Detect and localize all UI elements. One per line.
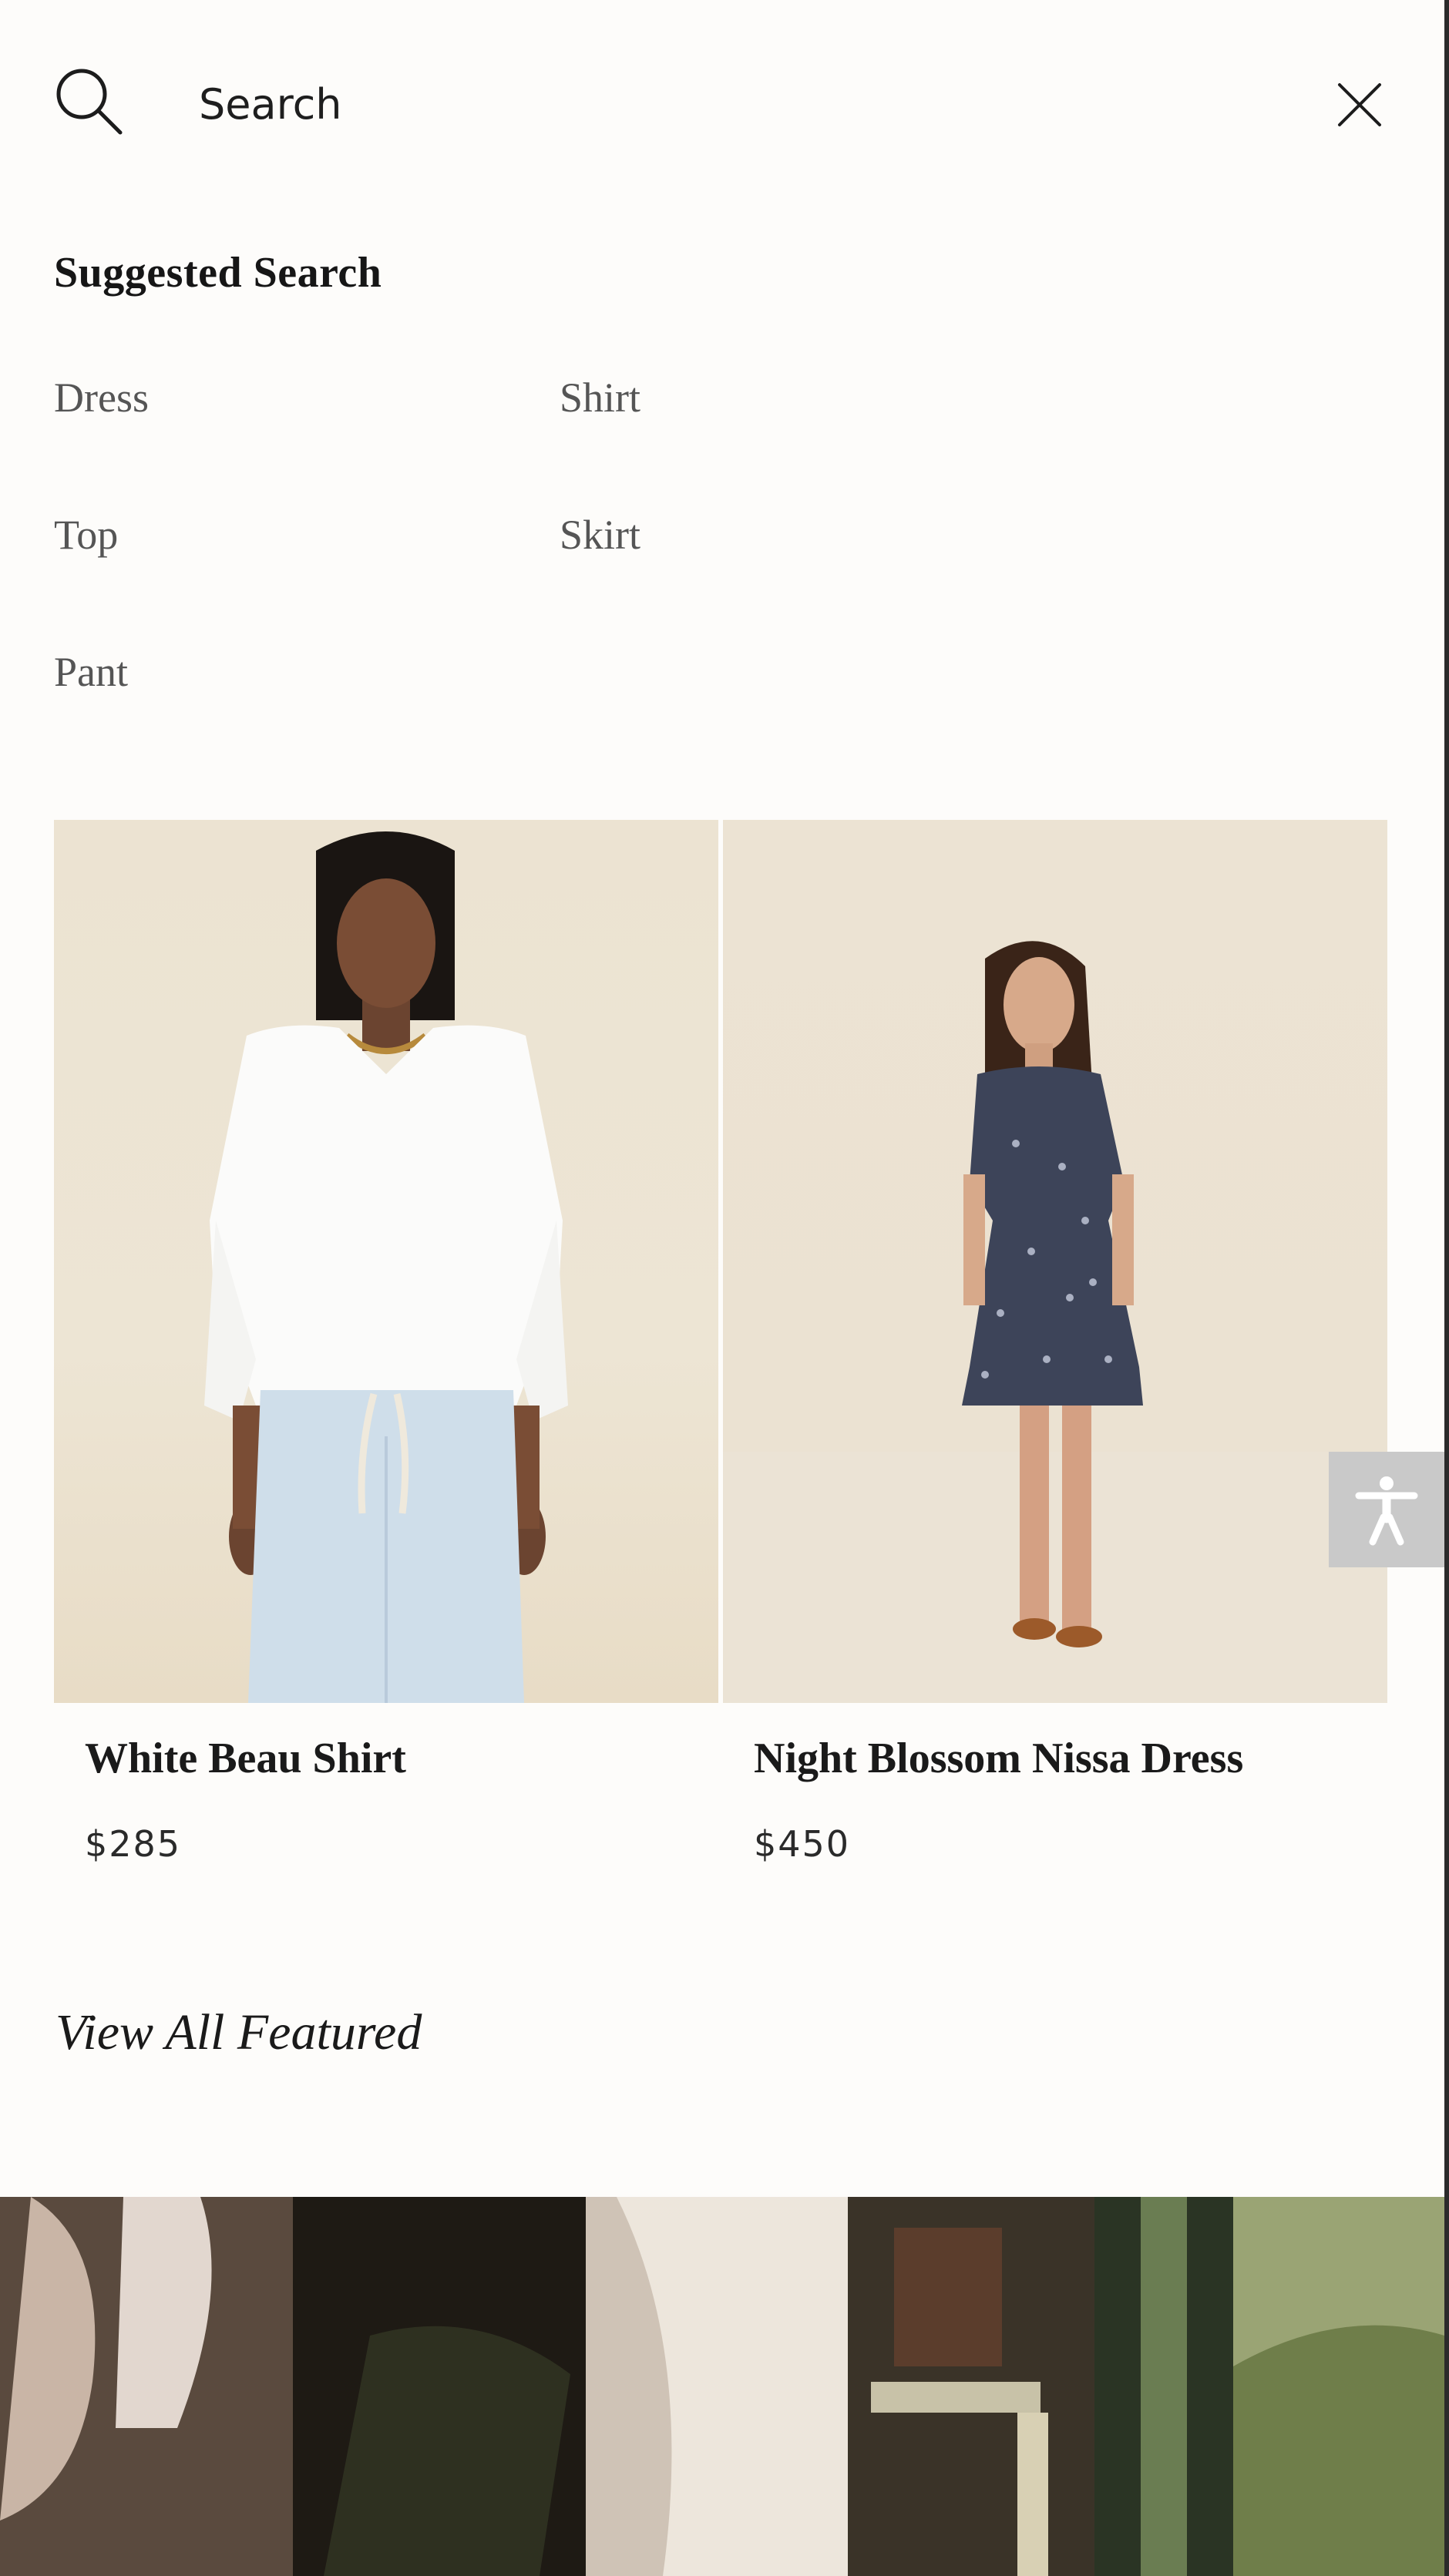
page-edge	[1444, 0, 1449, 2576]
suggestion-dress[interactable]: Dress	[54, 362, 560, 499]
product-name[interactable]: White Beau Shirt	[85, 1734, 718, 1783]
search-icon[interactable]	[52, 65, 126, 139]
search-input[interactable]	[199, 69, 1201, 139]
product-price: $285	[85, 1823, 182, 1865]
suggestion-skirt[interactable]: Skirt	[560, 499, 825, 636]
product-price: $450	[754, 1823, 851, 1865]
accessibility-icon	[1355, 1476, 1418, 1546]
search-bar	[0, 0, 1444, 208]
suggested-search-list: Dress Shirt Top Skirt Pant	[54, 362, 825, 774]
suggestion-top[interactable]: Top	[54, 499, 560, 636]
product-card: Night Blossom Nissa Dress $450	[723, 820, 1387, 1865]
view-all-featured-link[interactable]: View All Featured	[55, 2003, 422, 2062]
accessibility-button[interactable]	[1329, 1452, 1444, 1567]
product-name[interactable]: Night Blossom Nissa Dress	[754, 1734, 1387, 1783]
suggestion-shirt[interactable]: Shirt	[560, 362, 825, 499]
product-image-night-blossom-dress[interactable]	[723, 820, 1387, 1703]
suggested-search-title: Suggested Search	[54, 249, 382, 297]
suggestion-pant[interactable]: Pant	[54, 636, 560, 774]
product-image-white-shirt[interactable]	[54, 820, 718, 1703]
close-icon[interactable]	[1335, 80, 1384, 129]
hero-image	[0, 2197, 1444, 2576]
product-card: White Beau Shirt $285	[54, 820, 718, 1865]
